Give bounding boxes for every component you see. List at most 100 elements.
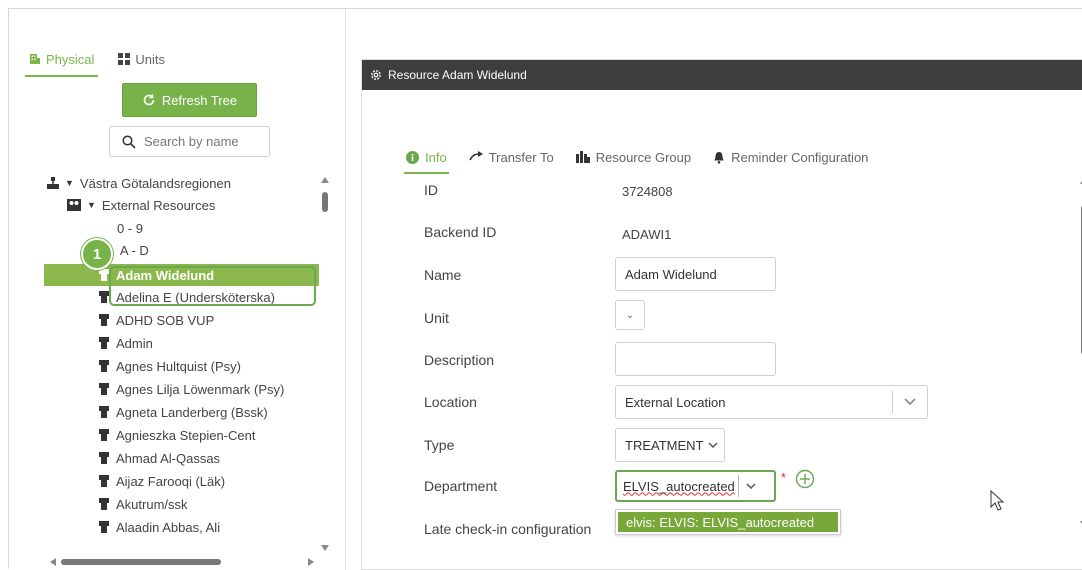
refresh-icon [143,94,155,106]
person-icon [99,406,109,418]
tree-item-label: Aijaz Farooqi (Läk) [116,473,226,489]
tree-item[interactable]: Agnes Lilja Löwenmark (Psy) [98,378,284,400]
required-asterisk: * [781,470,787,485]
tab-resource-group-label: Resource Group [595,149,692,165]
type-select[interactable]: TREATMENT [615,428,725,462]
detail-vertical-scrollbar[interactable] [1078,175,1082,530]
name-label: Name [424,267,462,283]
tree-group-label: External Resources [101,197,216,213]
resource-title: Resource Adam Widelund [388,68,527,82]
tree-item-label: Agnes Lilja Löwenmark (Psy) [116,381,285,397]
tree-range-label: 0 - 9 [117,220,144,236]
tree-node-group[interactable]: ▼ External Resources [67,194,215,216]
tab-units[interactable]: Units [118,47,165,71]
location-select-value: External Location [625,394,726,410]
type-label: Type [424,437,455,453]
refresh-tree-label: Refresh Tree [161,92,238,108]
tree-item-label: Alaadin Abbas, Ali [116,519,221,535]
tab-info-label: Info [425,149,447,165]
person-icon [99,475,109,487]
tab-reminder-configuration[interactable]: Reminder Configuration [713,146,868,168]
tree-item[interactable]: Admin [98,332,153,354]
tab-info[interactable]: Info [404,146,449,174]
tree-vertical-scrollbar[interactable] [320,174,330,554]
add-circle-icon[interactable] [795,469,815,489]
tree-search-input[interactable]: Search by name [109,126,270,157]
tree-item-label: ADHD SOB VUP [116,312,215,328]
bell-icon [714,151,724,164]
tab-units-label: Units [135,51,166,67]
tree-node-root[interactable]: ▼ Västra Götalandsregionen [47,172,231,194]
tree-item-label: Agnieszka Stepien-Cent [116,427,256,443]
id-label: ID [424,182,438,198]
tree-item[interactable]: Alaadin Abbas, Ali [98,516,220,538]
tab-transfer-label: Transfer To [488,149,554,165]
mouse-cursor-icon [990,490,1005,511]
person-icon [99,452,109,464]
name-field-value: Adam Widelund [625,266,717,282]
person-icon [99,337,109,349]
tree-item-label: Agnes Hultquist (Psy) [116,358,241,374]
tree-range-label: A - D [119,242,149,258]
chevron-down-icon[interactable]: ▼ [65,178,74,188]
tree-item[interactable]: Ahmad Al-Qassas [98,447,220,469]
department-select-value: ELVIS_autocreated [623,478,735,494]
suggestion-item[interactable]: elvis: ELVIS: ELVIS_autocreated [618,512,838,532]
description-field[interactable] [615,342,776,376]
tree-item[interactable]: Agnieszka Stepien-Cent [98,424,255,446]
tree-horizontal-scrollbar[interactable] [47,557,317,567]
chevron-down-icon[interactable] [745,481,757,491]
department-label: Department [424,478,498,494]
person-icon [99,383,109,395]
tree-item[interactable]: Agnes Hultquist (Psy) [98,355,241,377]
tree-item[interactable]: Akutrum/ssk [98,493,188,515]
location-dropdown-toggle[interactable] [892,386,927,418]
late-checkin-label: Late check-in configuration [424,521,592,537]
tree-tabs: Physical Units [24,47,165,77]
person-icon [99,498,109,510]
resource-tabs: Info Transfer To Resource Group Reminder… [404,146,868,174]
grid-icon [118,53,131,65]
unit-select[interactable]: ⌄ [615,300,645,330]
department-select[interactable]: ELVIS_autocreated [615,470,776,502]
backend-id-value: ADAWI1 [622,227,672,242]
name-field[interactable]: Adam Widelund [615,257,776,291]
building-icon [30,54,40,64]
tab-physical[interactable]: Physical [24,47,99,77]
info-icon [406,150,419,164]
app-frame: Physical Units Refresh Tree Search by na… [8,8,1082,570]
location-select[interactable]: External Location [615,385,928,419]
tree-item-label: Admin [116,335,153,351]
divider [737,475,739,497]
tree-item-label: Agneta Landerberg (Bssk) [116,404,268,420]
tree-item-label: Akutrum/ssk [116,496,188,512]
search-placeholder: Search by name [144,134,239,149]
search-icon [122,134,136,149]
chevron-down-icon [904,398,916,406]
resource-tree: ▼ Västra Götalandsregionen ▼ External Re… [9,171,319,551]
tab-transfer-to[interactable]: Transfer To [468,146,554,168]
gear-icon [371,70,381,80]
type-select-value: TREATMENT [625,437,704,453]
description-label: Description [424,352,495,368]
person-icon [99,360,109,372]
person-icon [99,521,109,533]
organization-icon [47,177,59,189]
group-icon [575,151,590,163]
person-icon [99,429,109,441]
tree-node-range[interactable]: 0 - 9 [117,217,143,239]
tree-item[interactable]: ADHD SOB VUP [98,309,214,331]
chevron-down-icon[interactable]: ▼ [87,200,96,210]
tab-resource-group[interactable]: Resource Group [575,146,692,168]
unit-label: Unit [424,310,449,326]
chevron-down-icon: ⌄ [625,309,635,321]
person-icon [99,314,109,326]
tree-item[interactable]: Agneta Landerberg (Bssk) [98,401,268,423]
refresh-tree-button[interactable]: Refresh Tree [122,83,257,117]
tree-item-label: Ahmad Al-Qassas [116,450,221,466]
tree-root-label: Västra Götalandsregionen [79,175,231,191]
department-suggestion-dropdown: elvis: ELVIS: ELVIS_autocreated [615,509,841,535]
backend-id-label: Backend ID [424,224,497,240]
tree-item[interactable]: Aijaz Farooqi (Läk) [98,470,225,492]
chevron-down-icon [708,442,719,449]
